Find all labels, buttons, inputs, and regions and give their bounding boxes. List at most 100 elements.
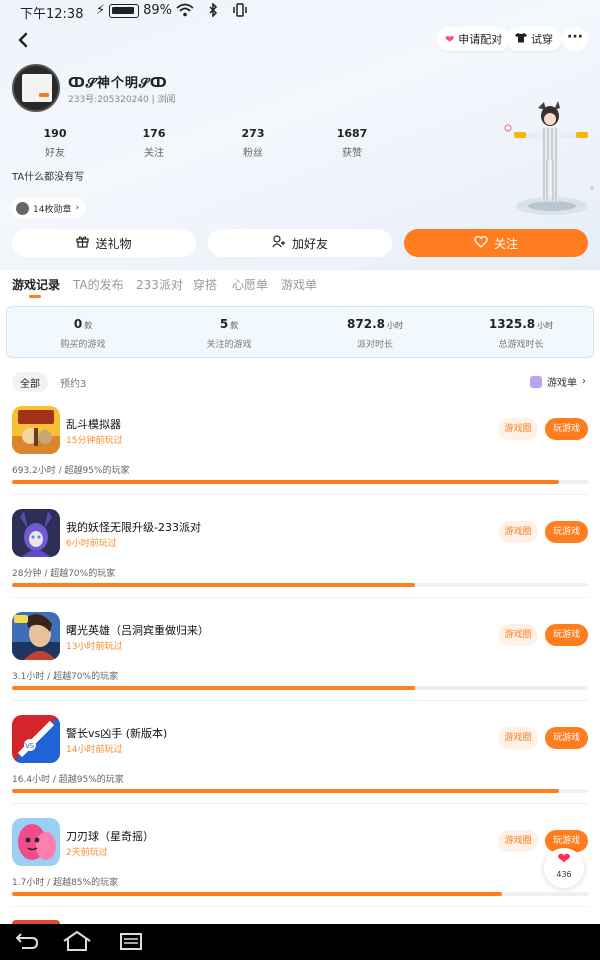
vibrate-icon xyxy=(232,3,248,21)
stat-label: 好友 xyxy=(45,148,65,159)
filter-reserved[interactable]: 预约3 xyxy=(52,372,94,392)
row-divider xyxy=(12,597,588,598)
stat-likes[interactable]: 1687 获赞 xyxy=(322,127,382,159)
like-count: 436 xyxy=(556,870,572,879)
apply-match-button[interactable]: ❤ 申请配对 xyxy=(436,27,512,51)
summary-value: 0 xyxy=(73,317,83,331)
gamelist-label: 游戏单 xyxy=(547,378,577,389)
list-item[interactable]: 我的妖怪无限升级-233派对 6小时前玩过 游戏圈 玩游戏 28分钟 / 超越7… xyxy=(0,509,600,611)
send-gift-label: 送礼物 xyxy=(95,236,132,251)
stat-label: 获赞 xyxy=(342,148,362,159)
tab-233-party[interactable]: 233派对 xyxy=(136,276,183,293)
stat-label: 粉丝 xyxy=(243,148,263,159)
summary-unit: 款 xyxy=(230,321,239,330)
nav-recents-icon[interactable] xyxy=(118,930,144,957)
avatar-image xyxy=(22,74,52,102)
progress-fill xyxy=(12,480,560,484)
floating-like-button[interactable]: ❤ 436 xyxy=(544,848,584,888)
progress-track xyxy=(12,892,588,896)
summary-followed[interactable]: 5款 关注的游戏 xyxy=(159,317,299,350)
send-gift-button[interactable]: 送礼物 xyxy=(12,229,196,257)
row-divider xyxy=(12,700,588,701)
summary-label: 总游戏时长 xyxy=(498,340,544,350)
progress-fill xyxy=(12,892,502,896)
progress-fill xyxy=(12,583,416,587)
progress-track xyxy=(12,480,588,484)
follow-label: 关注 xyxy=(493,236,518,251)
add-friend-label: 加好友 xyxy=(291,236,328,251)
summary-value: 872.8 xyxy=(347,317,385,331)
status-bar: 下午12:38 ⚡ 89% xyxy=(0,0,600,24)
summary-value: 5 xyxy=(219,317,229,331)
progress-fill xyxy=(12,789,560,793)
avatar[interactable] xyxy=(12,64,60,112)
play-game-button[interactable]: 玩游戏 xyxy=(545,418,588,440)
charging-icon: ⚡ xyxy=(96,3,106,18)
progress-fill xyxy=(12,686,416,690)
battery-percent: 89% xyxy=(143,3,173,18)
filter-all[interactable]: 全部 xyxy=(12,372,48,392)
game-circle-button[interactable]: 游戏圈 xyxy=(498,624,538,646)
progress-track xyxy=(12,686,588,690)
tab-gamelists[interactable]: 游戏单 xyxy=(281,276,317,293)
medal-label: 14枚勋章 xyxy=(33,204,72,215)
nav-back-icon[interactable] xyxy=(14,930,40,957)
summary-unit: 小时 xyxy=(537,321,554,330)
summary-unit: 款 xyxy=(84,321,93,330)
tab-posts[interactable]: TA的发布 xyxy=(73,276,124,293)
stat-friends[interactable]: 190 好友 xyxy=(25,127,85,159)
medal-icon xyxy=(16,201,29,215)
game-circle-button[interactable]: 游戏圈 xyxy=(498,418,538,440)
play-game-button[interactable]: 玩游戏 xyxy=(545,727,588,749)
add-friend-button[interactable]: 加好友 xyxy=(208,229,392,257)
play-stats: 1.7小时 / 超越85%的玩家 xyxy=(12,878,119,888)
play-game-button[interactable]: 玩游戏 xyxy=(545,521,588,543)
stat-value: 273 xyxy=(241,127,265,140)
list-item[interactable]: 乱斗模拟器 15分钟前玩过 游戏圈 玩游戏 693.2小时 / 超越95%的玩家 xyxy=(0,406,600,508)
more-icon[interactable]: ··· xyxy=(562,27,588,51)
game-circle-button[interactable]: 游戏圈 xyxy=(498,727,538,749)
try-on-button[interactable]: 试穿 xyxy=(506,27,562,51)
play-stats: 28分钟 / 超越70%的玩家 xyxy=(12,569,116,579)
back-icon[interactable] xyxy=(12,28,36,52)
summary-total-time[interactable]: 1325.8 小时 总游戏时长 xyxy=(451,317,591,350)
game-icon-blade-ball xyxy=(12,818,60,866)
play-game-button[interactable]: 玩游戏 xyxy=(545,624,588,646)
medal-button[interactable]: 14枚勋章 › xyxy=(12,198,87,218)
character-avatar[interactable] xyxy=(500,100,600,220)
game-icon-monster-upgrade xyxy=(12,509,60,557)
game-title: 曙光英雄（吕洞宾重做归来） xyxy=(66,624,209,637)
summary-party-time[interactable]: 872.8 小时 派对时长 xyxy=(305,317,445,350)
status-icons xyxy=(176,2,248,21)
shirt-icon xyxy=(515,32,527,46)
gamelist-icon xyxy=(530,375,542,388)
battery-indicator: ⚡ 89% xyxy=(96,3,172,18)
game-circle-button[interactable]: 游戏圈 xyxy=(498,830,538,852)
tab-wishlist[interactable]: 心愿单 xyxy=(232,276,268,293)
list-item[interactable]: VS 警长vs凶手 (新版本) 14小时前玩过 游戏圈 玩游戏 16.4小时 /… xyxy=(0,715,600,817)
stat-following[interactable]: 176 关注 xyxy=(124,127,184,159)
follow-button[interactable]: 关注 xyxy=(404,229,588,257)
stat-fans[interactable]: 273 粉丝 xyxy=(223,127,283,159)
follow-heart-icon xyxy=(474,235,488,251)
battery-icon xyxy=(109,3,140,18)
wifi-icon xyxy=(176,3,194,21)
game-title: 刀刃球（星奇摇） xyxy=(66,830,154,843)
bluetooth-icon xyxy=(208,2,218,21)
tab-outfits[interactable]: 穿搭 xyxy=(193,276,217,293)
profile-tabs: 游戏记录 TA的发布 233派对 穿搭 心愿单 游戏单 xyxy=(0,270,600,304)
list-item[interactable]: 刀刃球（星奇摇） 2天前玩过 游戏圈 玩游戏 1.7小时 / 超越85%的玩家 xyxy=(0,818,600,920)
chevron-right-icon: › xyxy=(582,376,586,387)
game-title: 我的妖怪无限升级-233派对 xyxy=(66,521,201,534)
nav-home-icon[interactable] xyxy=(62,930,92,957)
try-on-label: 试穿 xyxy=(531,33,553,46)
tab-game-records[interactable]: 游戏记录 xyxy=(12,276,60,293)
summary-purchased[interactable]: 0款 购买的游戏 xyxy=(13,317,153,350)
last-played: 14小时前玩过 xyxy=(66,745,123,755)
game-circle-button[interactable]: 游戏圈 xyxy=(498,521,538,543)
list-item[interactable]: 曙光英雄（吕洞宾重做归来） 13小时前玩过 游戏圈 玩游戏 3.1小时 / 超越… xyxy=(0,612,600,714)
active-tab-indicator xyxy=(29,295,41,298)
game-title: 警长vs凶手 (新版本) xyxy=(66,727,168,740)
gamelist-link[interactable]: 游戏单 › xyxy=(530,374,586,389)
game-summary: 0款 购买的游戏 5款 关注的游戏 872.8 小时 派对时长 1325.8 小时 … xyxy=(6,306,594,358)
